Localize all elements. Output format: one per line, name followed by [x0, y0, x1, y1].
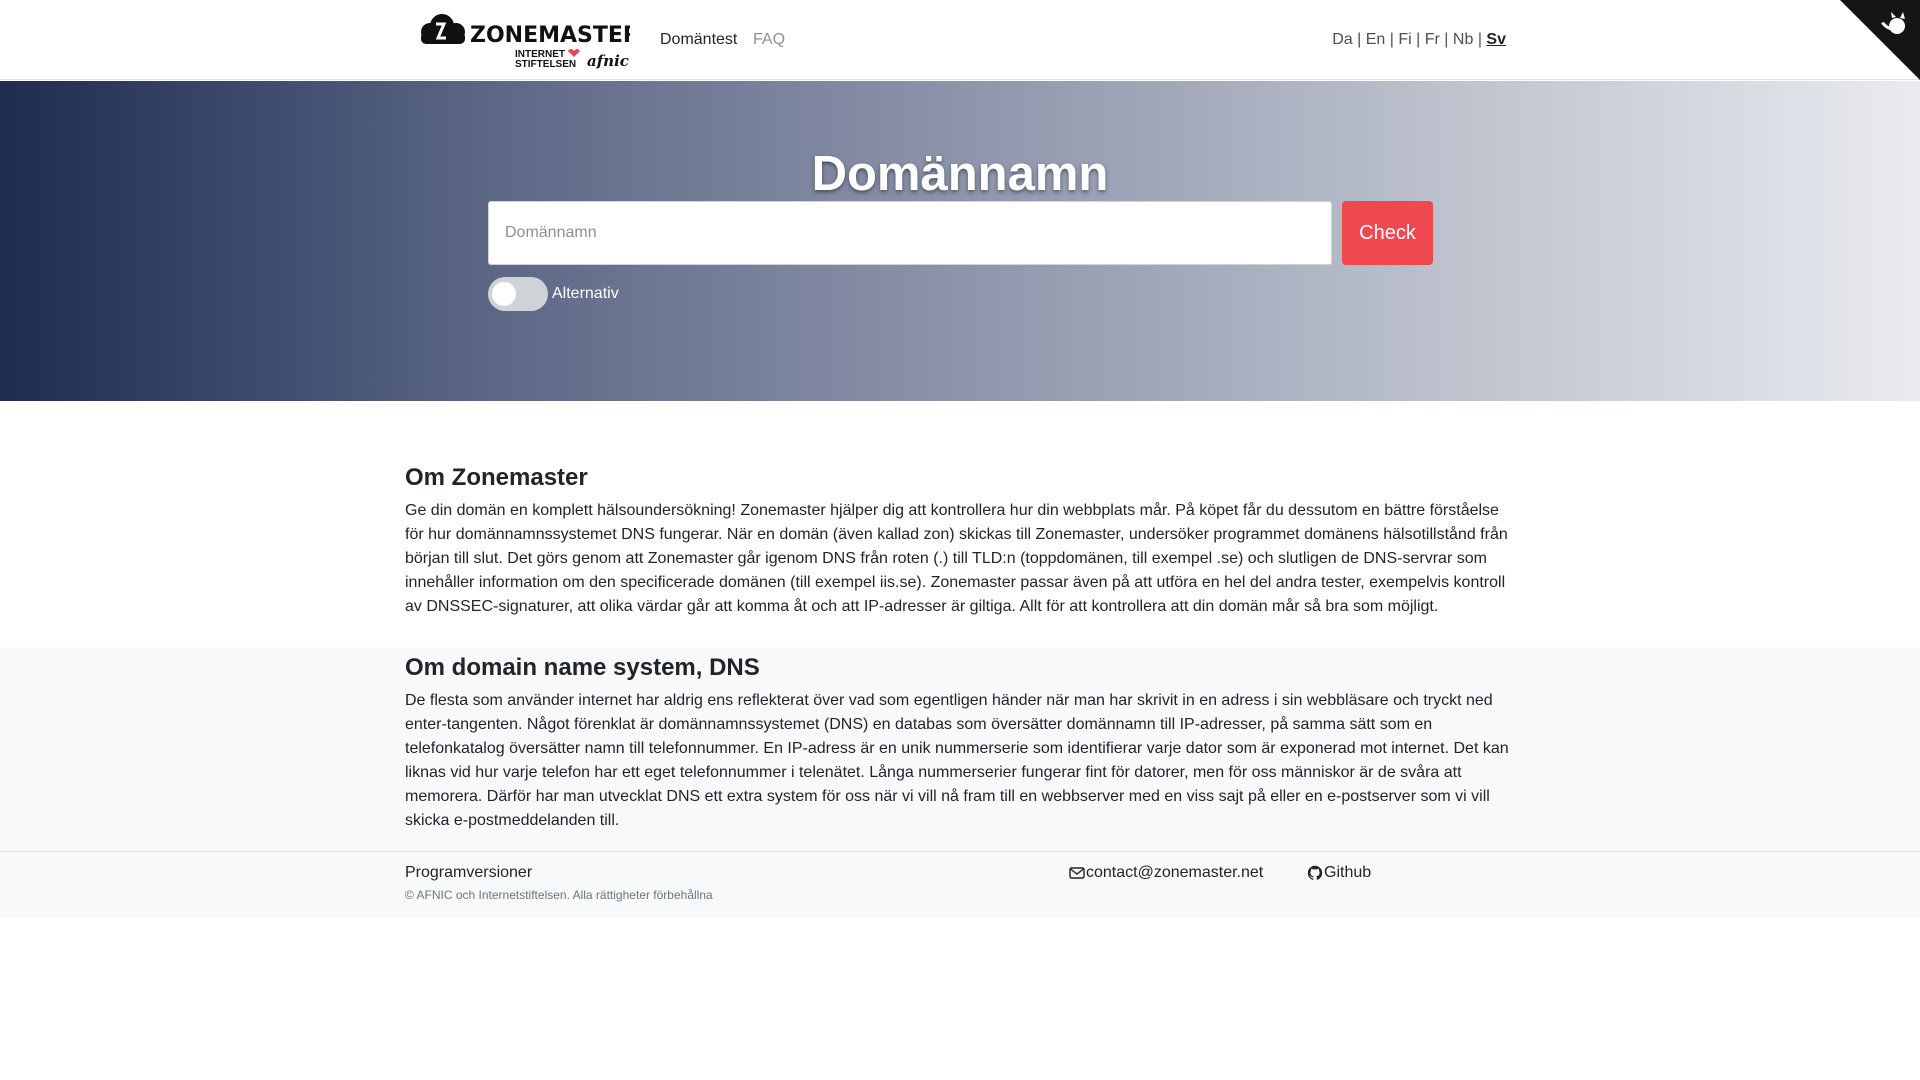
footer: Programversioner © AFNIC och Internetsti… [0, 851, 1920, 918]
lang-fr[interactable]: Fr [1425, 31, 1440, 48]
lang-fi[interactable]: Fi [1398, 31, 1411, 48]
github-link[interactable]: Github [1307, 863, 1371, 883]
contact-email-text: contact@zonemaster.net [1086, 864, 1264, 881]
domain-input[interactable] [488, 201, 1332, 265]
top-navbar: ZONEMASTER INTERNET STIFTELSEN afnic Dom… [0, 0, 1920, 80]
lang-separator: | [1416, 31, 1421, 48]
dns-title: Om domain name system, DNS [405, 654, 760, 681]
lang-separator: | [1444, 31, 1449, 48]
page-title: Domännamn [811, 147, 1109, 201]
about-title: Om Zonemaster [405, 464, 588, 491]
lang-separator: | [1477, 31, 1482, 48]
options-toggle-label: Alternativ [552, 285, 619, 302]
logo-wordmark: ZONEMASTER [470, 23, 630, 48]
program-versions-link[interactable]: Programversioner [405, 863, 532, 883]
about-text: Ge din domän en komplett hälsoundersökni… [405, 502, 1508, 615]
dns-text: De flesta som använder internet har aldr… [405, 692, 1509, 829]
lang-nb[interactable]: Nb [1453, 31, 1473, 48]
svg-text:afnic: afnic [587, 52, 629, 70]
lang-separator: | [1357, 31, 1362, 48]
nav-faq[interactable]: FAQ [753, 30, 785, 50]
github-corner-icon[interactable] [1840, 0, 1920, 80]
hero-search-section: Domännamn Check Alternativ [0, 81, 1920, 401]
language-selector: Da | En | Fi | Fr | Nb | Sv [1332, 30, 1506, 50]
about-dns-section: Om domain name system, DNS De flesta som… [0, 647, 1920, 851]
lang-sv[interactable]: Sv [1486, 31, 1506, 48]
check-button[interactable]: Check [1342, 201, 1433, 265]
lang-separator: | [1389, 31, 1394, 48]
about-zonemaster-section: Om Zonemaster Ge din domän en komplett h… [0, 401, 1920, 647]
options-toggle[interactable] [488, 277, 548, 311]
envelope-icon [1069, 867, 1085, 879]
github-icon [1307, 865, 1323, 880]
nav-domaintest[interactable]: Domäntest [660, 30, 737, 50]
copyright-text: © AFNIC och Internetstiftelsen. Alla rät… [405, 888, 713, 902]
svg-text:STIFTELSEN: STIFTELSEN [515, 59, 576, 70]
toggle-knob [492, 282, 516, 306]
lang-da[interactable]: Da [1332, 31, 1352, 48]
github-text: Github [1324, 864, 1372, 881]
zonemaster-logo[interactable]: ZONEMASTER INTERNET STIFTELSEN afnic [412, 10, 640, 70]
lang-en[interactable]: En [1366, 31, 1386, 48]
contact-email-link[interactable]: contact@zonemaster.net [1069, 863, 1263, 883]
